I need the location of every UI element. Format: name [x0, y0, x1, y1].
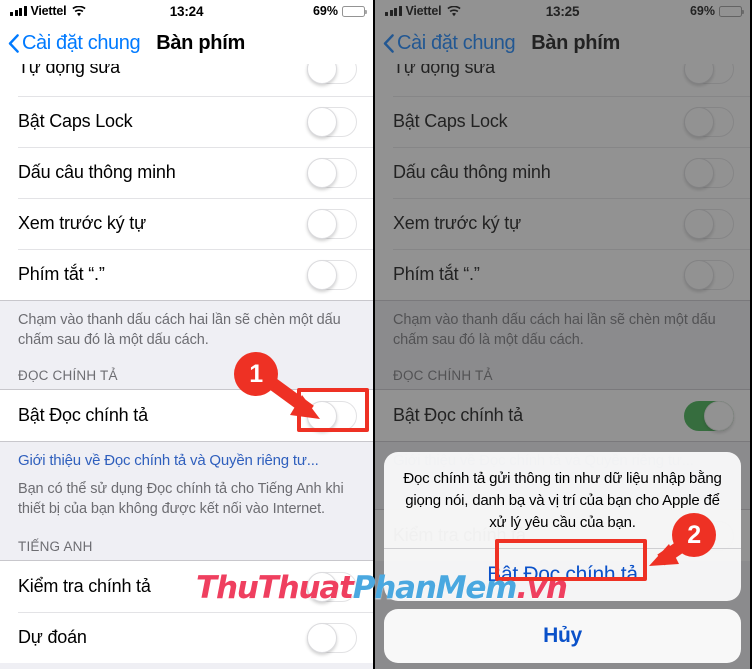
table-row[interactable]: Xem trước ký tự: [0, 198, 373, 249]
toggle-switch[interactable]: [307, 208, 357, 239]
chevron-left-icon: [383, 33, 394, 53]
row-label: Xem trước ký tự: [18, 213, 146, 233]
section-header-dictation: ĐỌC CHÍNH TẢ: [0, 358, 373, 389]
table-row[interactable]: Tự động sửa: [375, 64, 750, 96]
row-label: Tự động sửa: [393, 64, 495, 77]
status-bar-clock: 13:24: [169, 3, 204, 19]
right-phone-screenshot: Viettel 13:25 69% Cài đặt chung Bàn phím: [375, 0, 750, 669]
row-label: Phím tắt “.”: [393, 264, 480, 284]
privacy-link[interactable]: Giới thiệu về Đọc chính tả và Quyền riên…: [0, 442, 373, 471]
toggle-switch[interactable]: [684, 64, 734, 84]
section-note-text: Bạn có thể sử dụng Đọc chính tả cho Tiến…: [0, 471, 373, 529]
back-button-label: Cài đặt chung: [397, 31, 516, 54]
table-row[interactable]: Phím tắt “.”: [375, 249, 750, 300]
section-header-dictation: ĐỌC CHÍNH TẢ: [375, 358, 750, 389]
dictation-group-left: Bật Đọc chính tả: [0, 390, 373, 441]
row-label: Tự động sửa: [18, 64, 120, 77]
watermark: ThuThuatPhanMem.vn: [196, 570, 568, 606]
table-row[interactable]: Bật Caps Lock: [375, 96, 750, 147]
dictation-row[interactable]: Bật Đọc chính tả: [375, 390, 750, 441]
status-bar-left: Viettel 13:24 69%: [0, 0, 373, 22]
toggle-switch[interactable]: [684, 106, 734, 137]
table-row[interactable]: Bật Caps Lock: [0, 96, 373, 147]
row-label: Bật Caps Lock: [18, 111, 133, 131]
dictation-row[interactable]: Bật Đọc chính tả: [0, 390, 373, 441]
row-label: Bật Caps Lock: [393, 111, 508, 131]
toggle-switch[interactable]: [307, 622, 357, 653]
back-button[interactable]: Cài đặt chung: [8, 31, 141, 55]
toggle-switch[interactable]: [307, 157, 357, 188]
battery-icon: [719, 5, 744, 17]
watermark-part-1: ThuThuat: [196, 570, 354, 606]
settings-list-right: Tự động sửa Bật Caps Lock Dấu câu thông …: [375, 64, 750, 300]
toggle-switch[interactable]: [684, 157, 734, 188]
battery-icon: [342, 5, 367, 17]
watermark-part-3: .vn: [516, 570, 568, 606]
row-label: Bật Đọc chính tả: [393, 405, 523, 425]
nav-bar-left: Cài đặt chung Bàn phím: [0, 22, 373, 64]
section-footer-text: Chạm vào thanh dấu cách hai lần sẽ chèn …: [375, 301, 750, 358]
row-label: Dự đoán: [18, 627, 87, 647]
row-label: Bật Đọc chính tả: [18, 405, 148, 425]
row-label: Kiểm tra chính tả: [18, 576, 151, 596]
row-label: Phím tắt “.”: [18, 264, 105, 284]
dictation-group-right: Bật Đọc chính tả: [375, 390, 750, 441]
table-row[interactable]: Dấu câu thông minh: [0, 147, 373, 198]
toggle-switch[interactable]: [307, 259, 357, 290]
nav-bar-right: Cài đặt chung Bàn phím: [375, 22, 750, 64]
toggle-switch[interactable]: [307, 64, 357, 84]
alert-message: Đọc chính tả gửi thông tin như dữ liệu n…: [403, 470, 722, 531]
page-title: Bàn phím: [531, 31, 620, 54]
back-button[interactable]: Cài đặt chung: [383, 31, 516, 55]
section-footer-text: Chạm vào thanh dấu cách hai lần sẽ chèn …: [0, 301, 373, 358]
table-row[interactable]: Dự đoán: [0, 612, 373, 663]
alert-cancel-button[interactable]: Hủy: [384, 609, 741, 663]
status-bar-clock: 13:25: [545, 3, 580, 19]
settings-list-left: Tự động sửa Bật Caps Lock Dấu câu thông …: [0, 64, 373, 300]
alert-cancel-card: Hủy: [384, 609, 741, 663]
page-title: Bàn phím: [156, 31, 245, 54]
toggle-switch[interactable]: [684, 208, 734, 239]
status-bar-right: Viettel 13:25 69%: [375, 0, 750, 22]
alert-dialog: Đọc chính tả gửi thông tin như dữ liệu n…: [375, 452, 750, 663]
left-phone-screenshot: Viettel 13:24 69% Cài đặt chung Bàn phím: [0, 0, 375, 669]
comparison-stage: Viettel 13:24 69% Cài đặt chung Bàn phím: [0, 0, 752, 669]
table-row[interactable]: Tự động sửa: [0, 64, 373, 96]
row-label: Xem trước ký tự: [393, 213, 521, 233]
table-row[interactable]: Dấu câu thông minh: [375, 147, 750, 198]
row-label: Dấu câu thông minh: [18, 162, 176, 182]
back-button-label: Cài đặt chung: [22, 31, 141, 54]
row-label: Dấu câu thông minh: [393, 162, 551, 182]
chevron-left-icon: [8, 33, 19, 53]
dictation-toggle-switch[interactable]: [307, 400, 357, 431]
table-row[interactable]: Xem trước ký tự: [375, 198, 750, 249]
table-row[interactable]: Phím tắt “.”: [0, 249, 373, 300]
toggle-switch[interactable]: [307, 106, 357, 137]
toggle-switch[interactable]: [684, 259, 734, 290]
watermark-part-2: PhanMem: [352, 570, 518, 606]
dictation-toggle-switch[interactable]: [684, 400, 734, 431]
section-header-english: TIẾNG ANH: [0, 529, 373, 560]
